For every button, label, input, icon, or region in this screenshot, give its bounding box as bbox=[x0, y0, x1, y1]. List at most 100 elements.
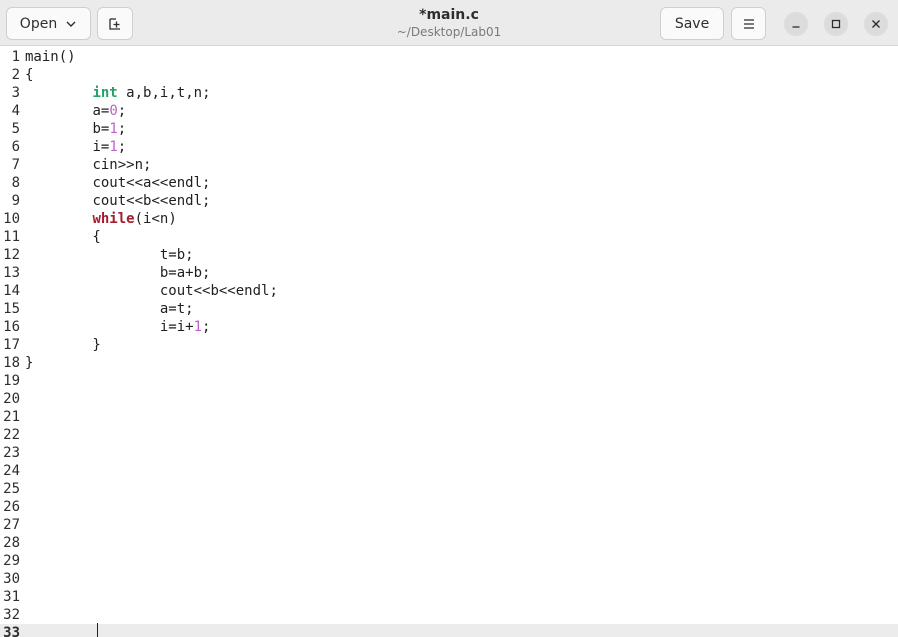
line-number: 14 bbox=[3, 283, 20, 299]
new-tab-button[interactable] bbox=[97, 7, 133, 40]
code-line[interactable]: 32 bbox=[0, 606, 898, 624]
line-number: 11 bbox=[3, 229, 20, 245]
line-code: int a,b,i,t,n; bbox=[92, 85, 211, 101]
type-token: int bbox=[92, 85, 118, 101]
code-editor[interactable]: 1 main() 2{3 int a,b,i,t,n; 4 a=0; 5 b=1; 6 i… bbox=[0, 47, 898, 637]
close-button[interactable] bbox=[864, 12, 888, 36]
code-line[interactable]: 7 cin>>n; bbox=[0, 156, 898, 174]
line-number: 23 bbox=[3, 445, 20, 461]
code-line[interactable]: 31 bbox=[0, 588, 898, 606]
line-code: } bbox=[25, 337, 101, 353]
line-number: 16 bbox=[3, 319, 20, 335]
keyword-token: while bbox=[92, 211, 135, 227]
code-line[interactable]: 11 { bbox=[0, 228, 898, 246]
code-line[interactable]: 28 bbox=[0, 534, 898, 552]
line-number: 22 bbox=[3, 427, 20, 443]
document-title: *main.c bbox=[419, 7, 479, 23]
code-line[interactable]: 15 a=t; bbox=[0, 300, 898, 318]
code-line[interactable]: 22 bbox=[0, 426, 898, 444]
number-token: 1 bbox=[109, 139, 118, 155]
minimize-icon bbox=[791, 19, 801, 29]
code-line[interactable]: 24 bbox=[0, 462, 898, 480]
line-code: { bbox=[25, 229, 101, 245]
code-line[interactable]: 23 bbox=[0, 444, 898, 462]
code-line[interactable]: 8 cout<<a<<endl; bbox=[0, 174, 898, 192]
number-token: 1 bbox=[109, 121, 118, 137]
code-line[interactable]: 13 b=a+b; bbox=[0, 264, 898, 282]
line-number: 9 bbox=[11, 193, 20, 209]
line-number: 8 bbox=[11, 175, 20, 191]
code-line[interactable]: 29 bbox=[0, 552, 898, 570]
line-code: b=a+b; bbox=[159, 265, 211, 281]
code-line[interactable]: 33 bbox=[0, 624, 898, 637]
line-number: 19 bbox=[3, 373, 20, 389]
line-number: 25 bbox=[3, 481, 20, 497]
chevron-down-icon bbox=[65, 18, 77, 30]
line-code: while(i<n) bbox=[92, 211, 177, 227]
code-line[interactable]: 14 cout<<b<<endl; bbox=[0, 282, 898, 300]
code-line[interactable]: 27 bbox=[0, 516, 898, 534]
line-number: 21 bbox=[3, 409, 20, 425]
line-number: 13 bbox=[3, 265, 20, 281]
line-code: } bbox=[25, 355, 34, 371]
line-number: 20 bbox=[3, 391, 20, 407]
code-line[interactable]: 5 b=1; bbox=[0, 120, 898, 138]
line-code: cin>>n; bbox=[92, 157, 152, 173]
main-menu-button[interactable] bbox=[731, 7, 766, 40]
code-line[interactable]: 16 i=i+1; bbox=[0, 318, 898, 336]
line-code: cout<<b<<endl; bbox=[92, 193, 211, 209]
line-number: 30 bbox=[3, 571, 20, 587]
code-line[interactable]: 19 bbox=[0, 372, 898, 390]
line-number: 2 bbox=[11, 67, 20, 83]
line-number: 3 bbox=[11, 85, 20, 101]
line-number: 31 bbox=[3, 589, 20, 605]
code-line[interactable]: 1 main() bbox=[0, 48, 898, 66]
code-line[interactable]: 10 while(i<n) bbox=[0, 210, 898, 228]
code-line[interactable]: 18} bbox=[0, 354, 898, 372]
text-editor-window: Open *main.c ~/Desktop/Lab01 Save 1 main… bbox=[0, 0, 898, 637]
line-code: a=0; bbox=[92, 103, 127, 119]
code-line[interactable]: 3 int a,b,i,t,n; bbox=[0, 84, 898, 102]
code-line[interactable]: 9 cout<<b<<endl; bbox=[0, 192, 898, 210]
code-line[interactable]: 4 a=0; bbox=[0, 102, 898, 120]
line-number: 24 bbox=[3, 463, 20, 479]
code-line[interactable]: 20 bbox=[0, 390, 898, 408]
code-line[interactable]: 26 bbox=[0, 498, 898, 516]
code-line[interactable]: 21 bbox=[0, 408, 898, 426]
code-line[interactable]: 17 } bbox=[0, 336, 898, 354]
maximize-icon bbox=[831, 19, 841, 29]
code-line[interactable]: 6 i=1; bbox=[0, 138, 898, 156]
number-token: 1 bbox=[193, 319, 203, 335]
new-tab-icon bbox=[108, 17, 122, 31]
line-number: 26 bbox=[3, 499, 20, 515]
document-path: ~/Desktop/Lab01 bbox=[396, 25, 502, 39]
open-button[interactable]: Open bbox=[6, 7, 91, 40]
line-code: main() bbox=[25, 49, 76, 65]
code-line[interactable]: 2{ bbox=[0, 66, 898, 84]
open-button-label: Open bbox=[19, 15, 58, 32]
text-cursor bbox=[97, 623, 98, 637]
line-code: i=1; bbox=[92, 139, 127, 155]
line-number: 10 bbox=[3, 211, 20, 227]
maximize-button[interactable] bbox=[824, 12, 848, 36]
title-area: *main.c ~/Desktop/Lab01 bbox=[300, 6, 598, 40]
line-number: 27 bbox=[3, 517, 20, 533]
code-line[interactable]: 30 bbox=[0, 570, 898, 588]
code-line[interactable]: 25 bbox=[0, 480, 898, 498]
number-token: 0 bbox=[109, 103, 118, 119]
header-bar: Open *main.c ~/Desktop/Lab01 Save bbox=[0, 0, 898, 46]
line-code: a=t; bbox=[159, 301, 194, 317]
line-code: i=i+1; bbox=[159, 319, 211, 335]
save-button[interactable]: Save bbox=[660, 7, 724, 40]
code-line[interactable]: 12 t=b; bbox=[0, 246, 898, 264]
line-number: 32 bbox=[3, 607, 20, 623]
line-number: 33 bbox=[3, 625, 20, 637]
line-number: 12 bbox=[3, 247, 20, 263]
line-number: 29 bbox=[3, 553, 20, 569]
minimize-button[interactable] bbox=[784, 12, 808, 36]
line-number: 6 bbox=[11, 139, 20, 155]
line-number: 7 bbox=[11, 157, 20, 173]
line-number: 5 bbox=[11, 121, 20, 137]
line-code: t=b; bbox=[159, 247, 194, 263]
close-icon bbox=[871, 19, 881, 29]
